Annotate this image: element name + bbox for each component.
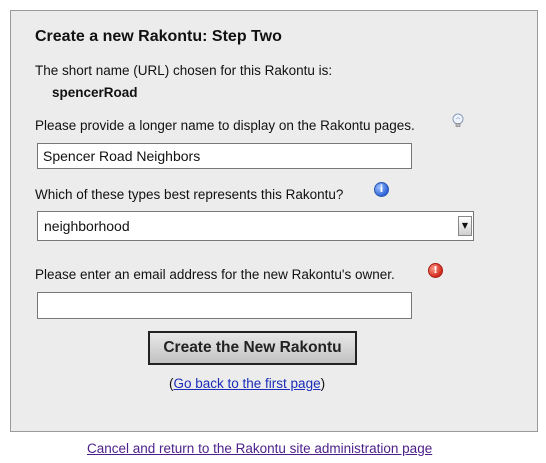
create-rakontu-button[interactable]: Create the New Rakontu	[148, 331, 357, 365]
type-select[interactable]: neighborhood ▼	[37, 211, 474, 241]
long-name-label: Please provide a longer name to display …	[35, 118, 415, 133]
chevron-down-icon[interactable]: ▼	[458, 216, 472, 236]
back-paren-close: )	[320, 376, 326, 391]
short-name-label: The short name (URL) chosen for this Rak…	[35, 63, 333, 78]
footer: Cancel and return to the Rakontu site ad…	[87, 441, 432, 456]
back-to-first-page-link[interactable]: Go back to the first page	[174, 376, 321, 391]
email-input[interactable]	[37, 292, 412, 319]
info-icon[interactable]: i	[374, 182, 389, 197]
type-label: Which of these types best represents thi…	[35, 187, 344, 202]
cancel-link[interactable]: Cancel and return to the Rakontu site ad…	[87, 441, 432, 456]
warning-icon[interactable]: !	[428, 263, 443, 278]
short-name-value: spencerRoad	[52, 85, 138, 100]
type-select-value: neighborhood	[44, 218, 130, 234]
lightbulb-icon[interactable]	[452, 113, 464, 129]
form-panel: Create a new Rakontu: Step Two The short…	[10, 10, 538, 432]
back-line: (Go back to the first page)	[169, 376, 325, 391]
long-name-input[interactable]	[37, 143, 412, 169]
page-title: Create a new Rakontu: Step Two	[35, 28, 282, 45]
email-label: Please enter an email address for the ne…	[35, 267, 395, 282]
